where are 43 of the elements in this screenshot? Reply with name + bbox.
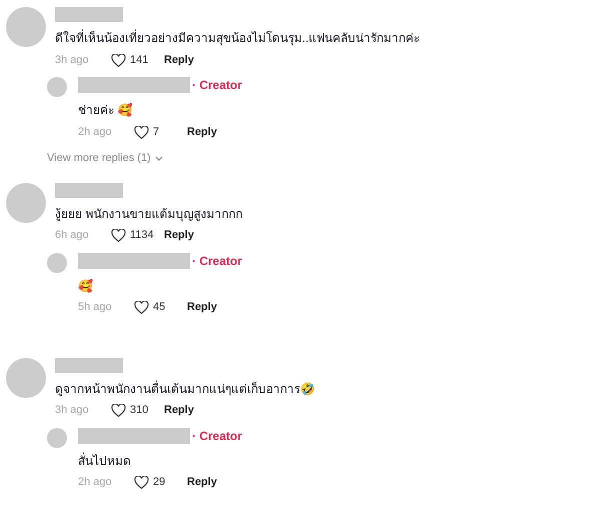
comment-time: 2h ago bbox=[78, 124, 113, 140]
like-button[interactable]: 45 bbox=[134, 299, 179, 316]
comment-time: 3h ago bbox=[55, 52, 90, 68]
like-count: 1134 bbox=[130, 228, 154, 244]
creator-label: · Creator bbox=[192, 77, 242, 94]
reply-button[interactable]: Reply bbox=[187, 124, 217, 140]
heart-icon[interactable] bbox=[134, 126, 149, 138]
comment-time: 3h ago bbox=[55, 403, 90, 418]
creator-label: · Creator bbox=[192, 252, 242, 270]
like-button[interactable]: 141 bbox=[111, 52, 156, 68]
reply-button[interactable]: Reply bbox=[164, 52, 194, 68]
redacted-username bbox=[55, 182, 123, 198]
comment-text: สั่นไปหมด bbox=[78, 454, 131, 468]
reply-button[interactable]: Reply bbox=[164, 227, 194, 244]
like-count: 310 bbox=[130, 403, 148, 418]
creator-label: · Creator bbox=[192, 428, 242, 444]
comment-text: 🥰 bbox=[78, 278, 93, 292]
heart-icon[interactable] bbox=[111, 54, 126, 66]
like-button[interactable]: 29 bbox=[134, 474, 179, 491]
chevron-down-icon bbox=[154, 156, 163, 161]
heart-icon[interactable] bbox=[134, 476, 149, 489]
heart-icon[interactable] bbox=[111, 404, 126, 417]
like-count: 7 bbox=[153, 124, 160, 140]
reply-button[interactable]: Reply bbox=[187, 299, 217, 316]
reply-button[interactable]: Reply bbox=[164, 402, 194, 419]
heart-icon[interactable] bbox=[134, 301, 149, 314]
comment-text: งู้ยยย พนักงานขายแต้มบุญสูงมากกก bbox=[55, 206, 242, 220]
like-count: 141 bbox=[130, 52, 148, 68]
heart-icon[interactable] bbox=[111, 229, 126, 242]
like-count: 45 bbox=[153, 300, 166, 316]
comment-time: 5h ago bbox=[78, 300, 113, 316]
like-button[interactable]: 7 bbox=[134, 124, 179, 140]
reply-button[interactable]: Reply bbox=[187, 474, 217, 491]
like-count: 29 bbox=[153, 475, 166, 490]
like-button[interactable]: 310 bbox=[111, 402, 156, 419]
redacted-username bbox=[55, 358, 123, 372]
comment-time: 6h ago bbox=[55, 228, 90, 244]
redacted-username bbox=[55, 7, 123, 22]
comment-time: 2h ago bbox=[78, 475, 113, 490]
comment-text: ช่ายค่ะ 🥰 bbox=[78, 103, 132, 117]
comment-text: ดีใจที่เห็นน้องเที่ยวอย่างมีความสุขน้องไม่โดนรุม..แฟนคลับน่ารักมากค่ะ bbox=[55, 31, 420, 45]
comment-text: ดูจากหน้าพนักงานตื่นเต้นมากแน่ๆแต่เก็บอาการ🤣 bbox=[55, 382, 315, 396]
like-button[interactable]: 1134 bbox=[111, 227, 156, 244]
